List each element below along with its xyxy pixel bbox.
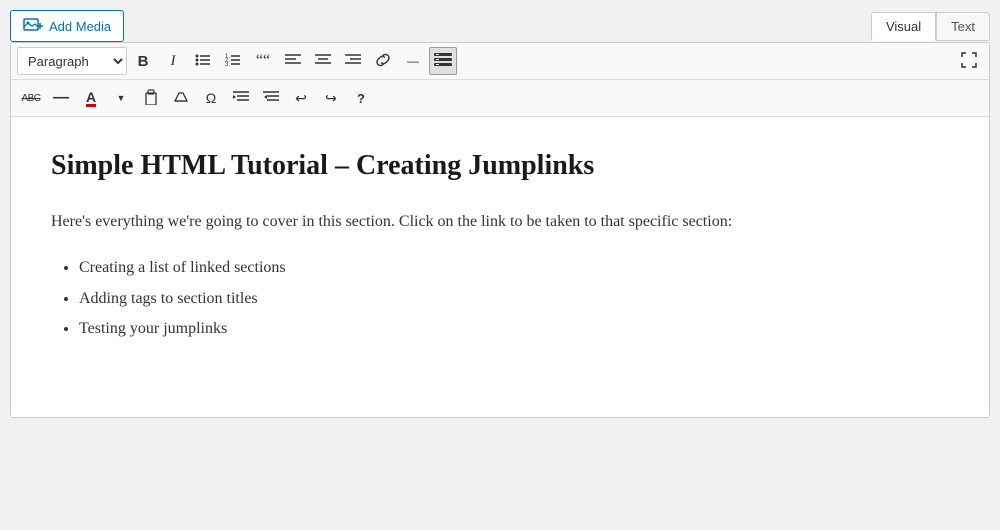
italic-icon: I bbox=[171, 53, 176, 70]
bold-button[interactable]: B bbox=[129, 47, 157, 75]
kitchen-sink-button[interactable] bbox=[429, 47, 457, 75]
toolbar-row-2: ABC — A ▼ Ω bbox=[11, 80, 989, 117]
blockquote-button[interactable]: ““ bbox=[249, 47, 277, 75]
ordered-list-button[interactable]: 1.2.3. bbox=[219, 47, 247, 75]
view-tabs: Visual Text bbox=[871, 12, 990, 41]
editor-wrapper: Add Media Visual Text Paragraph Heading … bbox=[0, 0, 1000, 428]
indent-icon bbox=[233, 90, 249, 107]
help-button[interactable]: ? bbox=[347, 84, 375, 112]
ordered-list-icon: 1.2.3. bbox=[225, 53, 241, 70]
outdent-button[interactable] bbox=[257, 84, 285, 112]
link-button[interactable] bbox=[369, 47, 397, 75]
link-icon bbox=[375, 53, 391, 70]
list-item: Creating a list of linked sections bbox=[79, 255, 949, 281]
tab-visual[interactable]: Visual bbox=[871, 12, 936, 41]
special-character-button[interactable]: Ω bbox=[197, 84, 225, 112]
undo-icon: ↩ bbox=[295, 90, 307, 107]
unordered-list-icon bbox=[195, 53, 211, 70]
clear-formatting-button[interactable] bbox=[167, 84, 195, 112]
list-item: Testing your jumplinks bbox=[79, 316, 949, 342]
svg-text:3.: 3. bbox=[225, 62, 230, 67]
dropdown-arrow-icon: ▼ bbox=[117, 93, 126, 103]
list-item: Adding tags to section titles bbox=[79, 286, 949, 312]
align-center-button[interactable] bbox=[309, 47, 337, 75]
omega-icon: Ω bbox=[206, 90, 216, 106]
editor-container: Paragraph Heading 1 Heading 2 Heading 3 … bbox=[10, 42, 990, 418]
editor-content[interactable]: Simple HTML Tutorial – Creating Jumplink… bbox=[11, 117, 989, 417]
align-center-icon bbox=[315, 53, 331, 70]
redo-icon: ↪ bbox=[325, 90, 337, 107]
horizontal-rule-button[interactable]: — bbox=[47, 84, 75, 112]
top-bar: Add Media Visual Text bbox=[10, 10, 990, 42]
tab-text[interactable]: Text bbox=[936, 12, 990, 41]
text-color-dropdown[interactable]: ▼ bbox=[107, 84, 135, 112]
fullscreen-icon bbox=[961, 52, 977, 71]
blockquote-icon: ““ bbox=[256, 52, 270, 70]
undo-button[interactable]: ↩ bbox=[287, 84, 315, 112]
toolbar-row-1: Paragraph Heading 1 Heading 2 Heading 3 … bbox=[11, 43, 989, 80]
content-list: Creating a list of linked sections Addin… bbox=[51, 255, 949, 342]
kitchen-sink-icon bbox=[434, 52, 452, 71]
indent-button[interactable] bbox=[227, 84, 255, 112]
outdent-icon bbox=[263, 90, 279, 107]
fullscreen-button[interactable] bbox=[955, 47, 983, 75]
align-right-button[interactable] bbox=[339, 47, 367, 75]
bold-icon: B bbox=[138, 53, 149, 70]
paste-icon bbox=[143, 89, 159, 108]
add-media-label: Add Media bbox=[49, 19, 111, 34]
paragraph-format-select[interactable]: Paragraph Heading 1 Heading 2 Heading 3 … bbox=[17, 47, 127, 75]
add-media-button[interactable]: Add Media bbox=[10, 10, 124, 42]
strikethrough-icon: ABC bbox=[21, 93, 40, 104]
add-media-icon bbox=[23, 16, 43, 36]
text-color-icon: A bbox=[86, 90, 96, 107]
text-color-button[interactable]: A bbox=[77, 84, 105, 112]
more-icon: — bbox=[407, 54, 419, 68]
hr-icon: — bbox=[53, 89, 69, 107]
italic-button[interactable]: I bbox=[159, 47, 187, 75]
align-left-icon bbox=[285, 53, 301, 70]
content-heading: Simple HTML Tutorial – Creating Jumplink… bbox=[51, 147, 949, 185]
strikethrough-button[interactable]: ABC bbox=[17, 84, 45, 112]
align-left-button[interactable] bbox=[279, 47, 307, 75]
erase-icon bbox=[173, 89, 189, 108]
content-paragraph: Here's everything we're going to cover i… bbox=[51, 209, 949, 235]
unordered-list-button[interactable] bbox=[189, 47, 217, 75]
more-button[interactable]: — bbox=[399, 47, 427, 75]
align-right-icon bbox=[345, 53, 361, 70]
help-icon: ? bbox=[357, 91, 365, 106]
redo-button[interactable]: ↪ bbox=[317, 84, 345, 112]
paste-as-plain-text-button[interactable] bbox=[137, 84, 165, 112]
